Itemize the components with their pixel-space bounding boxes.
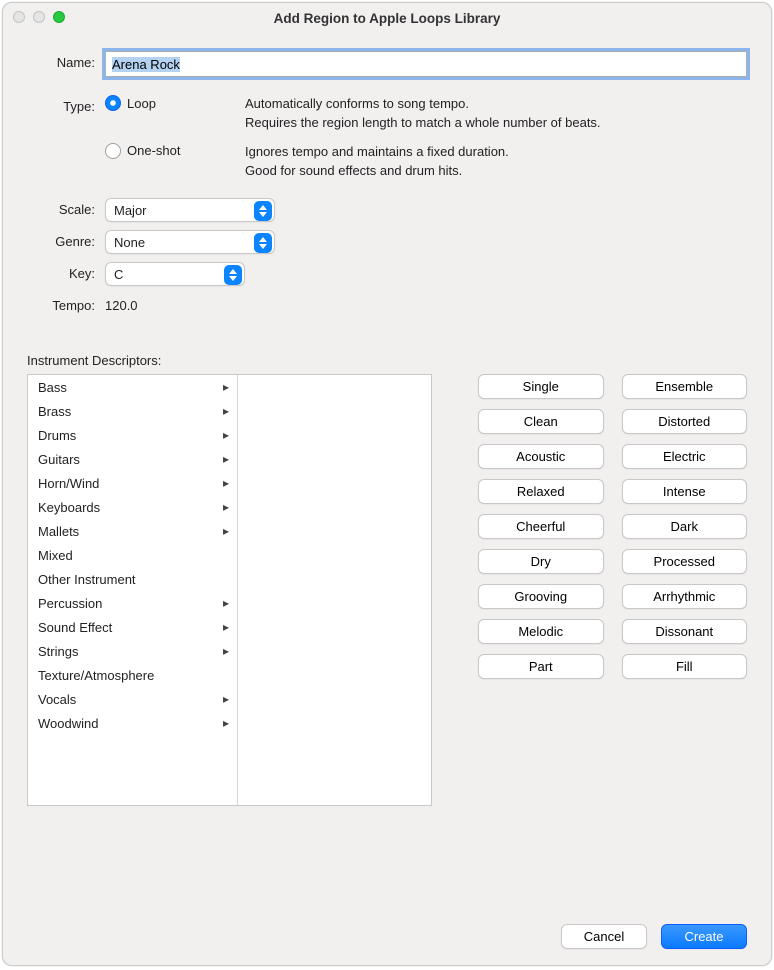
chevron-right-icon: ▸	[223, 620, 229, 634]
tempo-label: Tempo:	[27, 294, 105, 313]
instrument-category[interactable]: Bass ▸	[28, 375, 237, 399]
instrument-category-label: Guitars	[38, 452, 80, 467]
tag-button[interactable]: Cheerful	[478, 514, 604, 539]
zoom-button[interactable]	[53, 11, 65, 23]
instrument-category-label: Keyboards	[38, 500, 100, 515]
scale-popup[interactable]: Major	[105, 198, 275, 222]
chevron-right-icon: ▸	[223, 524, 229, 538]
instrument-category-label: Percussion	[38, 596, 102, 611]
instrument-category-label: Texture/Atmosphere	[38, 668, 154, 683]
tag-button[interactable]: Melodic	[478, 619, 604, 644]
chevron-right-icon: ▸	[223, 428, 229, 442]
instrument-category-label: Woodwind	[38, 716, 98, 731]
chevron-right-icon: ▸	[223, 500, 229, 514]
chevron-right-icon: ▸	[223, 404, 229, 418]
tag-button[interactable]: Ensemble	[622, 374, 748, 399]
popup-arrows-icon	[254, 201, 272, 221]
instrument-category[interactable]: Strings ▸	[28, 639, 237, 663]
popup-arrows-icon	[254, 233, 272, 253]
titlebar: Add Region to Apple Loops Library	[3, 3, 771, 33]
type-loop-option[interactable]: Loop	[105, 95, 245, 111]
instrument-subpane	[238, 375, 431, 805]
instrument-category-label: Vocals	[38, 692, 76, 707]
key-popup[interactable]: C	[105, 262, 245, 286]
key-value: C	[114, 267, 123, 282]
type-oneshot-radio[interactable]	[105, 143, 121, 159]
instrument-list: Bass▸Brass▸Drums▸Guitars▸Horn/Wind▸Keybo…	[27, 374, 432, 806]
instrument-category[interactable]: Mallets ▸	[28, 519, 237, 543]
genre-label: Genre:	[27, 230, 105, 249]
type-label: Type:	[27, 95, 105, 114]
instrument-category[interactable]: Vocals ▸	[28, 687, 237, 711]
cancel-button[interactable]: Cancel	[561, 924, 647, 949]
tag-button[interactable]: Part	[478, 654, 604, 679]
instrument-category-label: Brass	[38, 404, 71, 419]
name-label: Name:	[27, 51, 105, 70]
chevron-right-icon: ▸	[223, 644, 229, 658]
tag-button[interactable]: Dark	[622, 514, 748, 539]
instrument-category[interactable]: Guitars ▸	[28, 447, 237, 471]
key-label: Key:	[27, 262, 105, 281]
tempo-value: 120.0	[105, 294, 747, 313]
instrument-category-label: Other Instrument	[38, 572, 136, 587]
tag-button[interactable]: Clean	[478, 409, 604, 434]
close-button[interactable]	[13, 11, 25, 23]
type-oneshot-option[interactable]: One-shot	[105, 143, 245, 159]
instrument-category-label: Horn/Wind	[38, 476, 99, 491]
tag-button[interactable]: Intense	[622, 479, 748, 504]
instrument-category[interactable]: Other Instrument	[28, 567, 237, 591]
window-title: Add Region to Apple Loops Library	[3, 11, 771, 26]
name-input[interactable]	[105, 51, 747, 77]
create-button[interactable]: Create	[661, 924, 747, 949]
tag-button[interactable]: Processed	[622, 549, 748, 574]
chevron-right-icon: ▸	[223, 716, 229, 730]
instrument-category-label: Bass	[38, 380, 67, 395]
chevron-right-icon: ▸	[223, 380, 229, 394]
instrument-category[interactable]: Percussion ▸	[28, 591, 237, 615]
type-loop-radio[interactable]	[105, 95, 121, 111]
instrument-category-label: Mallets	[38, 524, 79, 539]
instrument-category-label: Strings	[38, 644, 78, 659]
instrument-category[interactable]: Keyboards ▸	[28, 495, 237, 519]
instrument-category[interactable]: Texture/Atmosphere	[28, 663, 237, 687]
minimize-button[interactable]	[33, 11, 45, 23]
tag-button[interactable]: Arrhythmic	[622, 584, 748, 609]
instrument-category[interactable]: Woodwind ▸	[28, 711, 237, 735]
instrument-category[interactable]: Horn/Wind ▸	[28, 471, 237, 495]
genre-value: None	[114, 235, 145, 250]
tag-button[interactable]: Electric	[622, 444, 748, 469]
chevron-right-icon: ▸	[223, 452, 229, 466]
scale-label: Scale:	[27, 198, 105, 217]
instrument-category[interactable]: Sound Effect ▸	[28, 615, 237, 639]
instrument-category-label: Sound Effect	[38, 620, 112, 635]
tag-button[interactable]: Grooving	[478, 584, 604, 609]
type-oneshot-description: Ignores tempo and maintains a fixed dura…	[245, 143, 747, 181]
dialog-window: Add Region to Apple Loops Library Name: …	[2, 2, 772, 966]
instrument-category-label: Mixed	[38, 548, 73, 563]
instrument-category[interactable]: Drums ▸	[28, 423, 237, 447]
tag-button[interactable]: Distorted	[622, 409, 748, 434]
window-controls	[13, 11, 65, 23]
tag-button[interactable]: Single	[478, 374, 604, 399]
genre-popup[interactable]: None	[105, 230, 275, 254]
instrument-category[interactable]: Brass ▸	[28, 399, 237, 423]
popup-arrows-icon	[224, 265, 242, 285]
instrument-category[interactable]: Mixed	[28, 543, 237, 567]
chevron-right-icon: ▸	[223, 476, 229, 490]
scale-value: Major	[114, 203, 147, 218]
descriptors-heading: Instrument Descriptors:	[27, 353, 747, 368]
tag-button[interactable]: Acoustic	[478, 444, 604, 469]
type-oneshot-label: One-shot	[127, 143, 180, 158]
tag-button[interactable]: Dissonant	[622, 619, 748, 644]
instrument-category-label: Drums	[38, 428, 76, 443]
tag-button[interactable]: Dry	[478, 549, 604, 574]
chevron-right-icon: ▸	[223, 692, 229, 706]
tag-button[interactable]: Relaxed	[478, 479, 604, 504]
type-loop-description: Automatically conforms to song tempo.Req…	[245, 95, 747, 133]
type-loop-label: Loop	[127, 96, 156, 111]
chevron-right-icon: ▸	[223, 596, 229, 610]
tag-button[interactable]: Fill	[622, 654, 748, 679]
